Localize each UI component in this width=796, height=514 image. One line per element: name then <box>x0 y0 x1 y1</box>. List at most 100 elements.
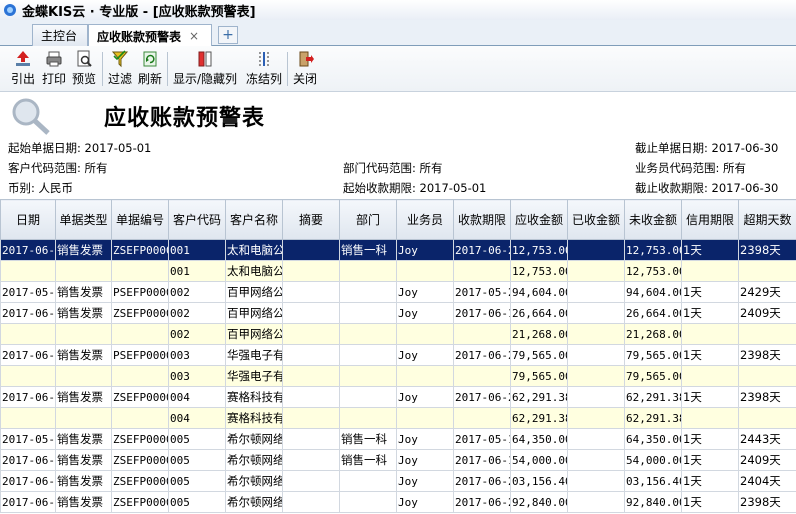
tab-receivable-warning[interactable]: 应收账款预警表 × <box>88 24 212 47</box>
table-cell: 002 <box>168 281 226 303</box>
table-cell <box>567 386 625 408</box>
show-hide-columns-button[interactable]: 显示/隐藏列 <box>170 49 240 89</box>
table-cell: 64,350.00 <box>510 428 568 450</box>
table-cell <box>738 407 796 429</box>
table-cell <box>453 323 511 345</box>
table-cell: 太和电脑公 <box>225 239 283 261</box>
report-title: 应收账款预警表 <box>104 106 266 131</box>
column-header[interactable]: 摘要 <box>282 199 340 240</box>
table-cell: Joy <box>396 281 454 303</box>
table-cell: 54,000.00 <box>510 449 568 471</box>
table-cell <box>282 407 340 429</box>
table-cell: 2017-05-2 <box>0 281 56 303</box>
column-header[interactable]: 业务员 <box>396 199 454 240</box>
table-cell: 1天 <box>681 491 739 513</box>
table-cell <box>282 386 340 408</box>
table-cell: 003 <box>168 365 226 387</box>
table-row[interactable]: 2017-06-2销售发票（ZSEFP0000005希尔顿网络Joy2017-0… <box>0 491 796 513</box>
table-cell: ZSEFP0000 <box>111 428 169 450</box>
close-icon[interactable]: × <box>189 29 199 43</box>
table-row[interactable]: 2017-06-2销售发票（ZSEFP0000001太和电脑公销售一科Joy20… <box>0 239 796 261</box>
title-bar: 金蝶KIS云 · 专业版 - [应收账款预警表] <box>0 0 796 20</box>
table-cell <box>0 260 56 282</box>
table-cell: 12,753.00 <box>624 239 682 261</box>
tab-main-console[interactable]: 主控台 <box>32 24 88 46</box>
column-header[interactable]: 收款期限 <box>453 199 511 240</box>
column-header[interactable]: 信用期限 <box>681 199 739 240</box>
table-cell: 销售发票（ <box>55 302 112 324</box>
table-cell: 2017-06-2 <box>453 470 511 492</box>
refresh-button[interactable]: 刷新 <box>136 49 164 89</box>
subtotal-row[interactable]: 002 百甲网络公 21,268.00 21,268.00 <box>0 323 796 345</box>
report-grid[interactable]: 日期 单据类型 单据编号 客户代码 客户名称 摘要 部门 业务员 收款期限 应收金额 已收金额 未收金… <box>0 199 796 514</box>
print-label: 打印 <box>41 72 66 86</box>
table-cell: Joy <box>396 449 454 471</box>
subtotal-row[interactable]: 003 华强电子有 79,565.00 79,565.00 <box>0 365 796 387</box>
column-header[interactable]: 单据编号 <box>111 199 169 240</box>
column-header[interactable]: 未收金额 <box>624 199 682 240</box>
table-row[interactable]: 2017-05-1销售发票（ZSEFP0000005希尔顿网络销售一科Joy20… <box>0 428 796 450</box>
table-cell: 2017-06-2 <box>0 491 56 513</box>
subtotal-row[interactable]: 001 太和电脑公 12,753.00 12,753.00 <box>0 260 796 282</box>
table-cell: 79,565.00 <box>624 344 682 366</box>
table-row[interactable]: 2017-05-2销售发票（PSEFP0000002百甲网络公Joy2017-0… <box>0 281 796 303</box>
table-cell <box>396 323 454 345</box>
table-cell: 62,291.38 <box>624 407 682 429</box>
table-cell <box>339 260 397 282</box>
table-cell: Joy <box>396 470 454 492</box>
table-cell: 62,291.38 <box>624 386 682 408</box>
column-header[interactable]: 日期 <box>0 199 56 240</box>
table-cell <box>55 365 112 387</box>
close-button[interactable]: 关闭 <box>290 49 320 89</box>
table-cell: 销售发票（ <box>55 239 112 261</box>
freeze-columns-button[interactable]: 冻结列 <box>244 49 284 89</box>
column-header[interactable]: 已收金额 <box>567 199 625 240</box>
table-cell <box>0 365 56 387</box>
export-icon <box>16 51 30 66</box>
table-row[interactable]: 2017-06-2销售发票（ZSEFP0000004赛格科技有Joy2017-0… <box>0 386 796 408</box>
table-row[interactable]: 2017-06-2销售发票（PSEFP0000003华强电子有Joy2017-0… <box>0 344 796 366</box>
tab-label: 主控台 <box>41 29 78 43</box>
table-cell <box>55 407 112 429</box>
subtotal-row[interactable]: 004 赛格科技有 62,291.38 62,291.38 <box>0 407 796 429</box>
table-cell <box>0 323 56 345</box>
print-button[interactable]: 打印 <box>40 49 68 89</box>
currency-info: 币别: 人民币 <box>8 181 74 195</box>
table-cell: 1天 <box>681 470 739 492</box>
table-cell <box>567 365 625 387</box>
table-cell: 赛格科技有 <box>225 407 283 429</box>
freeze-columns-icon <box>259 52 269 66</box>
table-cell: ZSEFP0000 <box>111 302 169 324</box>
add-tab-icon[interactable]: + <box>218 26 238 44</box>
table-cell <box>567 449 625 471</box>
export-button[interactable]: 引出 <box>9 49 37 89</box>
table-cell <box>567 260 625 282</box>
table-cell: ZSEFP0000 <box>111 470 169 492</box>
filter-button[interactable]: 过滤 <box>106 49 134 89</box>
table-cell <box>738 323 796 345</box>
table-cell <box>339 386 397 408</box>
column-header[interactable]: 应收金额 <box>510 199 568 240</box>
table-cell: ZSEFP0000 <box>111 386 169 408</box>
close-label: 关闭 <box>292 72 317 86</box>
column-header[interactable]: 客户名称 <box>225 199 283 240</box>
column-header[interactable]: 部门 <box>339 199 397 240</box>
table-row[interactable]: 2017-06-2销售发票（ZSEFP0000005希尔顿网络Joy2017-0… <box>0 470 796 492</box>
table-row[interactable]: 2017-06-1销售发票（ZSEFP0000005希尔顿网络销售一科Joy20… <box>0 449 796 471</box>
table-cell: 华强电子有 <box>225 344 283 366</box>
table-cell: Joy <box>396 344 454 366</box>
table-cell: 销售发票（ <box>55 491 112 513</box>
table-cell: 005 <box>168 449 226 471</box>
table-cell: 94,604.00 <box>624 281 682 303</box>
column-header[interactable]: 单据类型 <box>55 199 112 240</box>
column-header[interactable]: 超期天数 <box>738 199 796 240</box>
table-cell: 2398天 <box>738 386 796 408</box>
table-row[interactable]: 2017-06-1销售发票（ZSEFP0000002百甲网络公Joy2017-0… <box>0 302 796 324</box>
show-hide-label: 显示/隐藏列 <box>172 72 238 86</box>
table-cell: ZSEFP0000 <box>111 239 169 261</box>
table-cell: 2443天 <box>738 428 796 450</box>
refresh-icon <box>143 51 157 67</box>
column-header[interactable]: 客户代码 <box>168 199 226 240</box>
preview-button[interactable]: 预览 <box>70 49 98 89</box>
staff-range-info: 业务员代码范围: 所有 <box>635 161 747 175</box>
